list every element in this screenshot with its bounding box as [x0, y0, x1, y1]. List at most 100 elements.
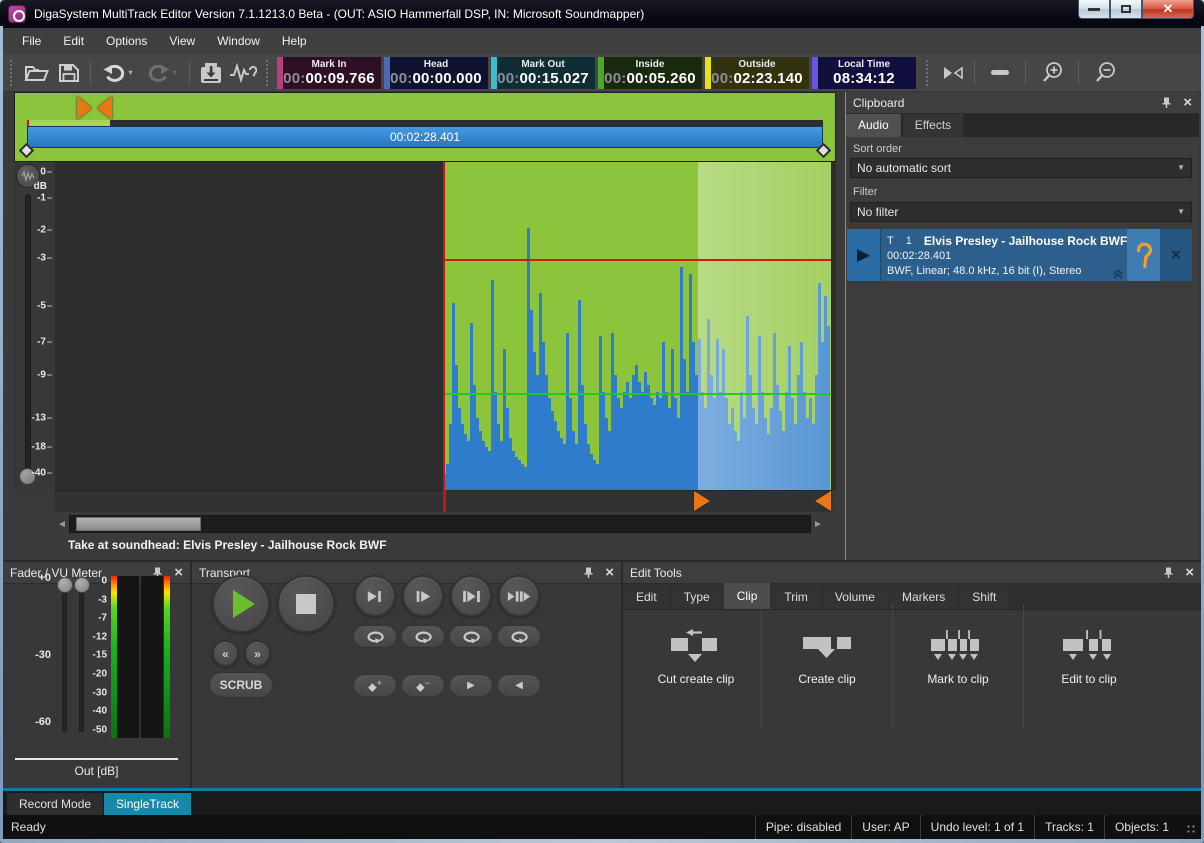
waveform-editor[interactable]: 0-1-2-3-5-7-9-13-18-40 dB	[14, 162, 836, 490]
toolbar-grip[interactable]	[926, 60, 932, 86]
stop-button[interactable]	[277, 575, 335, 633]
entry-remove-button[interactable]: ×	[1160, 229, 1192, 281]
edit-tab-shift[interactable]: Shift	[959, 585, 1009, 609]
marker-strip[interactable]	[14, 490, 836, 512]
clipboard-entry[interactable]: ▶ T 1 Elvis Presley - Jailhouse Rock BWF…	[847, 229, 1192, 281]
add-marker-button[interactable]: ◆+	[353, 674, 397, 697]
menu-item-options[interactable]: Options	[95, 28, 158, 54]
play-over-cut-button[interactable]	[498, 575, 540, 617]
cut-create-clip-icon	[667, 624, 725, 668]
waveform-selection[interactable]	[698, 162, 831, 490]
tab-audio[interactable]: Audio	[846, 114, 901, 137]
edit-tab-trim[interactable]: Trim	[771, 585, 821, 609]
menu-item-help[interactable]: Help	[271, 28, 318, 54]
tab-record-mode[interactable]: Record Mode	[7, 793, 103, 815]
edit-tab-edit[interactable]: Edit	[623, 585, 670, 609]
play-to-head-button[interactable]	[354, 575, 396, 617]
menu-item-file[interactable]: File	[11, 28, 52, 54]
zoom-out-button[interactable]	[1084, 58, 1126, 88]
loop-out-button[interactable]	[449, 625, 493, 648]
redo-button[interactable]: ▾	[140, 58, 184, 88]
overview-mark-out-icon[interactable]	[97, 96, 112, 120]
close-panel-icon[interactable]: ×	[605, 562, 614, 583]
time-display-accent	[384, 57, 390, 89]
time-display-value: 00:00:15.027	[497, 70, 589, 87]
level-line-green[interactable]	[443, 393, 831, 395]
zoom-slider-track[interactable]	[25, 194, 31, 474]
close-panel-icon[interactable]: ×	[1183, 92, 1192, 113]
entry-info[interactable]: T 1 Elvis Presley - Jailhouse Rock BWF 0…	[881, 229, 1127, 281]
loop-in-button[interactable]	[353, 625, 397, 648]
overview-mark-in-icon[interactable]	[77, 96, 92, 120]
mark-level-line-red[interactable]	[443, 259, 831, 261]
scroll-right-icon[interactable]: ►	[811, 519, 825, 530]
menu-item-window[interactable]: Window	[206, 28, 271, 54]
save-button[interactable]	[53, 58, 85, 88]
toolbar-grip[interactable]	[10, 60, 16, 86]
selection-start-marker-icon[interactable]	[694, 491, 710, 511]
restore-button[interactable]	[1110, 0, 1142, 19]
pin-icon[interactable]	[1162, 566, 1175, 579]
playhead-line[interactable]	[443, 162, 445, 512]
titlebar[interactable]: DigaSystem MultiTrack Editor Version 7.1…	[0, 0, 1204, 28]
undo-dropdown-caret[interactable]: ▾	[128, 68, 132, 77]
close-button[interactable]: ✕	[1142, 0, 1194, 19]
play-from-head-button[interactable]	[402, 575, 444, 617]
loop-head-button[interactable]	[401, 625, 445, 648]
filter-dropdown[interactable]: No filter ▼	[850, 202, 1192, 222]
overview-timeline[interactable]: 00:02:28.401	[14, 92, 836, 162]
import-take-button[interactable]	[195, 58, 227, 88]
edit-tab-type[interactable]: Type	[671, 585, 723, 609]
redo-dropdown-caret[interactable]: ▾	[172, 68, 176, 77]
meet-markers-button[interactable]	[937, 58, 969, 88]
minimize-button[interactable]	[1078, 0, 1110, 19]
skip-back-button[interactable]: «	[212, 640, 239, 667]
resize-grip[interactable]	[1186, 824, 1196, 834]
edit-tab-volume[interactable]: Volume	[822, 585, 888, 609]
play-button[interactable]	[212, 575, 270, 633]
open-button[interactable]	[21, 58, 53, 88]
create-clip-button[interactable]: Create clip	[768, 624, 886, 686]
toolbar-grip[interactable]	[266, 60, 272, 86]
fader-left-track[interactable]	[62, 584, 67, 732]
next-marker-button[interactable]: ▶	[449, 674, 493, 697]
take-editor-button[interactable]	[227, 58, 259, 88]
horizontal-scrollbar[interactable]: ◄ ►	[55, 514, 825, 534]
remove-marker-button[interactable]: ◆−	[401, 674, 445, 697]
edit-tab-clip[interactable]: Clip	[724, 583, 771, 609]
loop-selection-button[interactable]	[497, 625, 541, 648]
entry-play-button[interactable]: ▶	[847, 229, 881, 281]
collapse-chevrons-icon[interactable]	[1112, 269, 1124, 279]
prev-marker-button[interactable]: ◀	[497, 674, 541, 697]
play-between-marks-button[interactable]	[450, 575, 492, 617]
scrollbar-track[interactable]	[69, 515, 811, 533]
tab-effects[interactable]: Effects	[903, 114, 963, 137]
edit-to-clip-button[interactable]: Edit to clip	[1030, 624, 1148, 686]
skip-forward-button[interactable]: »	[244, 640, 271, 667]
selection-end-marker-icon[interactable]	[815, 491, 831, 511]
scrub-button[interactable]: SCRUB	[209, 672, 273, 698]
pin-icon[interactable]	[582, 566, 595, 579]
waveform-take-region[interactable]	[443, 162, 831, 490]
overview-take-bar[interactable]: 00:02:28.401	[27, 126, 823, 148]
loop-icon	[414, 630, 433, 643]
play-from-head-icon	[414, 590, 432, 603]
sort-order-dropdown[interactable]: No automatic sort ▼	[850, 158, 1192, 178]
scroll-left-icon[interactable]: ◄	[55, 519, 69, 530]
edit-tab-markers[interactable]: Markers	[889, 585, 958, 609]
cut-create-clip-button[interactable]: Cut create clip	[637, 624, 755, 686]
close-panel-icon[interactable]: ×	[174, 562, 183, 583]
tab-singletrack[interactable]: SingleTrack	[104, 793, 191, 815]
mark-to-clip-button[interactable]: Mark to clip	[899, 624, 1017, 686]
menu-item-view[interactable]: View	[158, 28, 206, 54]
db-scale-gutter: 0-1-2-3-5-7-9-13-18-40 dB	[14, 162, 55, 490]
fader-left-knob[interactable]	[57, 577, 73, 593]
zoom-in-button[interactable]	[1031, 58, 1073, 88]
collapse-button[interactable]	[980, 58, 1020, 88]
pin-icon[interactable]	[1160, 96, 1173, 109]
scrollbar-thumb[interactable]	[76, 517, 201, 531]
entry-prelisten-button[interactable]	[1127, 229, 1160, 281]
undo-button[interactable]: ▾	[96, 58, 140, 88]
menu-item-edit[interactable]: Edit	[52, 28, 95, 54]
close-panel-icon[interactable]: ×	[1185, 562, 1194, 583]
